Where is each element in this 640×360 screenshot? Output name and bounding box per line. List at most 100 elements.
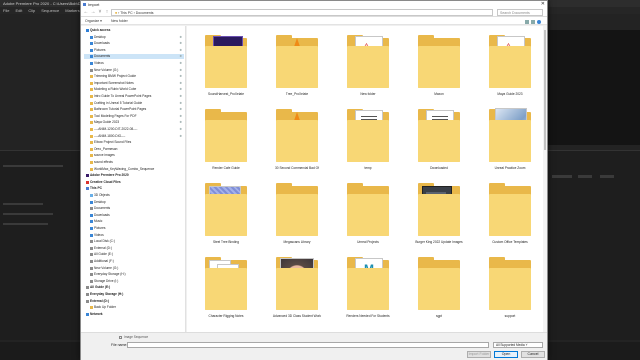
menu-item[interactable]: Edit xyxy=(15,8,22,13)
new-folder-button[interactable]: New folder xyxy=(111,17,128,25)
menu-item[interactable]: Markers xyxy=(65,8,79,13)
file-item[interactable]: Burger King 2022 Update Images xyxy=(404,180,474,258)
sidebar-item[interactable]: Documents ✱ xyxy=(84,54,184,60)
file-item[interactable]: ⟁PDF Maya Guide 2023 xyxy=(475,32,545,110)
sidebar-item[interactable]: Tool Modeling Pages For PDF ✱ xyxy=(84,114,184,119)
breadcrumb[interactable]: › This PC › Documents xyxy=(118,11,153,15)
open-button[interactable]: Open xyxy=(494,351,518,358)
sidebar-item[interactable]: Videos xyxy=(84,233,184,238)
file-item[interactable]: sgpt xyxy=(404,254,474,332)
sidebar-item[interactable]: 3D Objects xyxy=(84,193,184,198)
image-sequence-checkbox[interactable]: Image Sequence xyxy=(119,335,148,339)
sidebar-item[interactable]: Pictures ✱ xyxy=(84,48,184,53)
pin-icon[interactable]: ✱ xyxy=(179,87,182,92)
address-bar[interactable]: ■ › This PC › Documents xyxy=(111,9,493,16)
sidebar-item[interactable]: ----ANIM-1200-DIT-2022-08---- ✱ xyxy=(84,127,184,132)
pin-icon[interactable]: ✱ xyxy=(179,81,182,86)
pin-icon[interactable]: ✱ xyxy=(179,120,182,125)
pin-icon[interactable]: ✱ xyxy=(179,35,182,40)
sidebar-item[interactable]: Downloads xyxy=(84,213,184,218)
file-item[interactable]: support xyxy=(475,254,545,332)
cancel-button[interactable]: Cancel xyxy=(521,351,545,358)
file-item[interactable]: ⟁PDF New folder xyxy=(333,32,403,110)
scrollbar-thumb[interactable] xyxy=(544,30,546,150)
sidebar-item[interactable]: Oreo_Parmesan xyxy=(84,147,184,152)
sidebar-item[interactable]: All Guide (E:) xyxy=(84,285,184,290)
preview-pane-icon[interactable] xyxy=(531,20,535,24)
pin-icon[interactable]: ✱ xyxy=(179,41,182,46)
forward-arrow-icon[interactable]: → xyxy=(90,9,96,15)
import-folder-button[interactable]: Import Folder xyxy=(467,351,491,358)
back-arrow-icon[interactable]: ← xyxy=(83,9,89,15)
pin-icon[interactable]: ✱ xyxy=(179,61,182,66)
sidebar-item[interactable]: Downloads ✱ xyxy=(84,41,184,46)
sidebar-item[interactable]: Quick access xyxy=(84,28,184,33)
timeline-tab[interactable] xyxy=(600,175,614,178)
file-item[interactable]: Character Rigging Notes xyxy=(191,254,261,332)
timeline-tab[interactable] xyxy=(552,175,572,178)
pin-icon[interactable]: ✱ xyxy=(179,74,182,79)
file-item[interactable]: MMB Renders Needed For Students xyxy=(333,254,403,332)
sidebar-item[interactable]: Trimming BMW Project Guide ✱ xyxy=(84,74,184,79)
sidebar-item[interactable]: Adobe Premiere Pro 2020 xyxy=(84,173,184,178)
sidebar-item[interactable]: Videos ✱ xyxy=(84,61,184,66)
file-item[interactable]: Tree_ProXelate xyxy=(262,32,332,110)
panel-row[interactable] xyxy=(3,213,53,215)
sidebar-item[interactable]: Additional (F:) xyxy=(84,259,184,264)
sidebar-item[interactable]: All Guide (E:) xyxy=(84,252,184,257)
file-item[interactable]: Megascans Library xyxy=(262,180,332,258)
sidebar-item[interactable]: Local Disk (C:) xyxy=(84,239,184,244)
file-item[interactable]: Unreal Projects xyxy=(333,180,403,258)
sidebar-item[interactable]: This PC xyxy=(84,186,184,191)
pin-icon[interactable]: ✱ xyxy=(179,127,182,132)
file-item[interactable]: Steel Tree Binding xyxy=(191,180,261,258)
file-item[interactable]: Unreal Practice Zoom xyxy=(475,106,545,184)
sidebar-item[interactable]: Desktop xyxy=(84,200,184,205)
file-item[interactable]: PrPROJ SoundHarvest_ProXelate xyxy=(191,32,261,110)
sidebar-item[interactable]: Everyday Storage (H:) xyxy=(84,292,184,297)
file-item[interactable]: Advanced 3D Class Student Work xyxy=(262,254,332,332)
sidebar-item[interactable]: External (D:) xyxy=(84,299,184,304)
file-item[interactable]: Custom Office Templates xyxy=(475,180,545,258)
sidebar-item[interactable]: source images xyxy=(84,153,184,158)
pin-icon[interactable]: ✱ xyxy=(179,94,182,99)
sidebar-item[interactable]: Network xyxy=(84,312,184,317)
sidebar-item[interactable]: Bathroom Tutorial PowerPoint Pages ✱ xyxy=(84,107,184,112)
panel-tab[interactable] xyxy=(3,165,63,167)
file-item[interactable]: Maxon xyxy=(404,32,474,110)
sidebar-item[interactable]: Desktop ✱ xyxy=(84,35,184,40)
menu-item[interactable]: Sequence xyxy=(41,8,59,13)
help-icon[interactable] xyxy=(537,20,541,24)
sidebar-item[interactable]: Everyday Storage (H:) xyxy=(84,272,184,277)
breadcrumb-this-pc[interactable]: This PC xyxy=(120,11,132,15)
menu-item[interactable]: Clip xyxy=(28,8,35,13)
file-item[interactable]: Render Cafe Guide xyxy=(191,106,261,184)
pin-icon[interactable]: ✱ xyxy=(179,48,182,53)
menu-item[interactable]: File xyxy=(3,8,9,13)
breadcrumb-documents[interactable]: Documents xyxy=(136,11,154,15)
sidebar-item[interactable]: Important Screenshot Notes ✱ xyxy=(84,81,184,86)
sidebar-item[interactable]: sound effects xyxy=(84,160,184,165)
file-item[interactable]: 30 Second Commercial Bad Of xyxy=(262,106,332,184)
file-name-input[interactable] xyxy=(127,342,489,348)
sidebar-item[interactable]: Maya Guide 2023 ✱ xyxy=(84,120,184,125)
sidebar-item[interactable]: Creative Cloud Files xyxy=(84,180,184,185)
file-item[interactable]: JSON Downloaded xyxy=(404,106,474,184)
chevron-down-icon[interactable]: ˅ xyxy=(97,9,103,15)
sidebar-item[interactable]: Back Up Folder xyxy=(84,305,184,310)
sidebar-item[interactable]: Modeling a Rubix World Cube ✱ xyxy=(84,87,184,92)
sidebar-item[interactable]: New Volume (G:) ✱ xyxy=(84,68,184,73)
close-icon[interactable]: ✕ xyxy=(541,1,545,8)
organize-button[interactable]: Organize ▾ xyxy=(85,17,102,25)
file-type-select[interactable]: All Supported Media ˅ xyxy=(493,342,543,348)
sidebar-item[interactable]: Elbow Project Sound Files xyxy=(84,140,184,145)
checkbox-icon[interactable] xyxy=(119,335,122,339)
pin-icon[interactable]: ✱ xyxy=(179,54,182,59)
pin-icon[interactable]: ✱ xyxy=(179,134,182,139)
search-input[interactable]: Search Documents xyxy=(497,9,543,16)
vertical-scrollbar[interactable] xyxy=(543,26,547,332)
panel-row[interactable] xyxy=(3,203,43,205)
sidebar-item[interactable]: Storage Drive (I:) xyxy=(84,279,184,284)
sidebar-item[interactable]: New Volume (G:) xyxy=(84,266,184,271)
sidebar-item[interactable]: Music xyxy=(84,219,184,224)
